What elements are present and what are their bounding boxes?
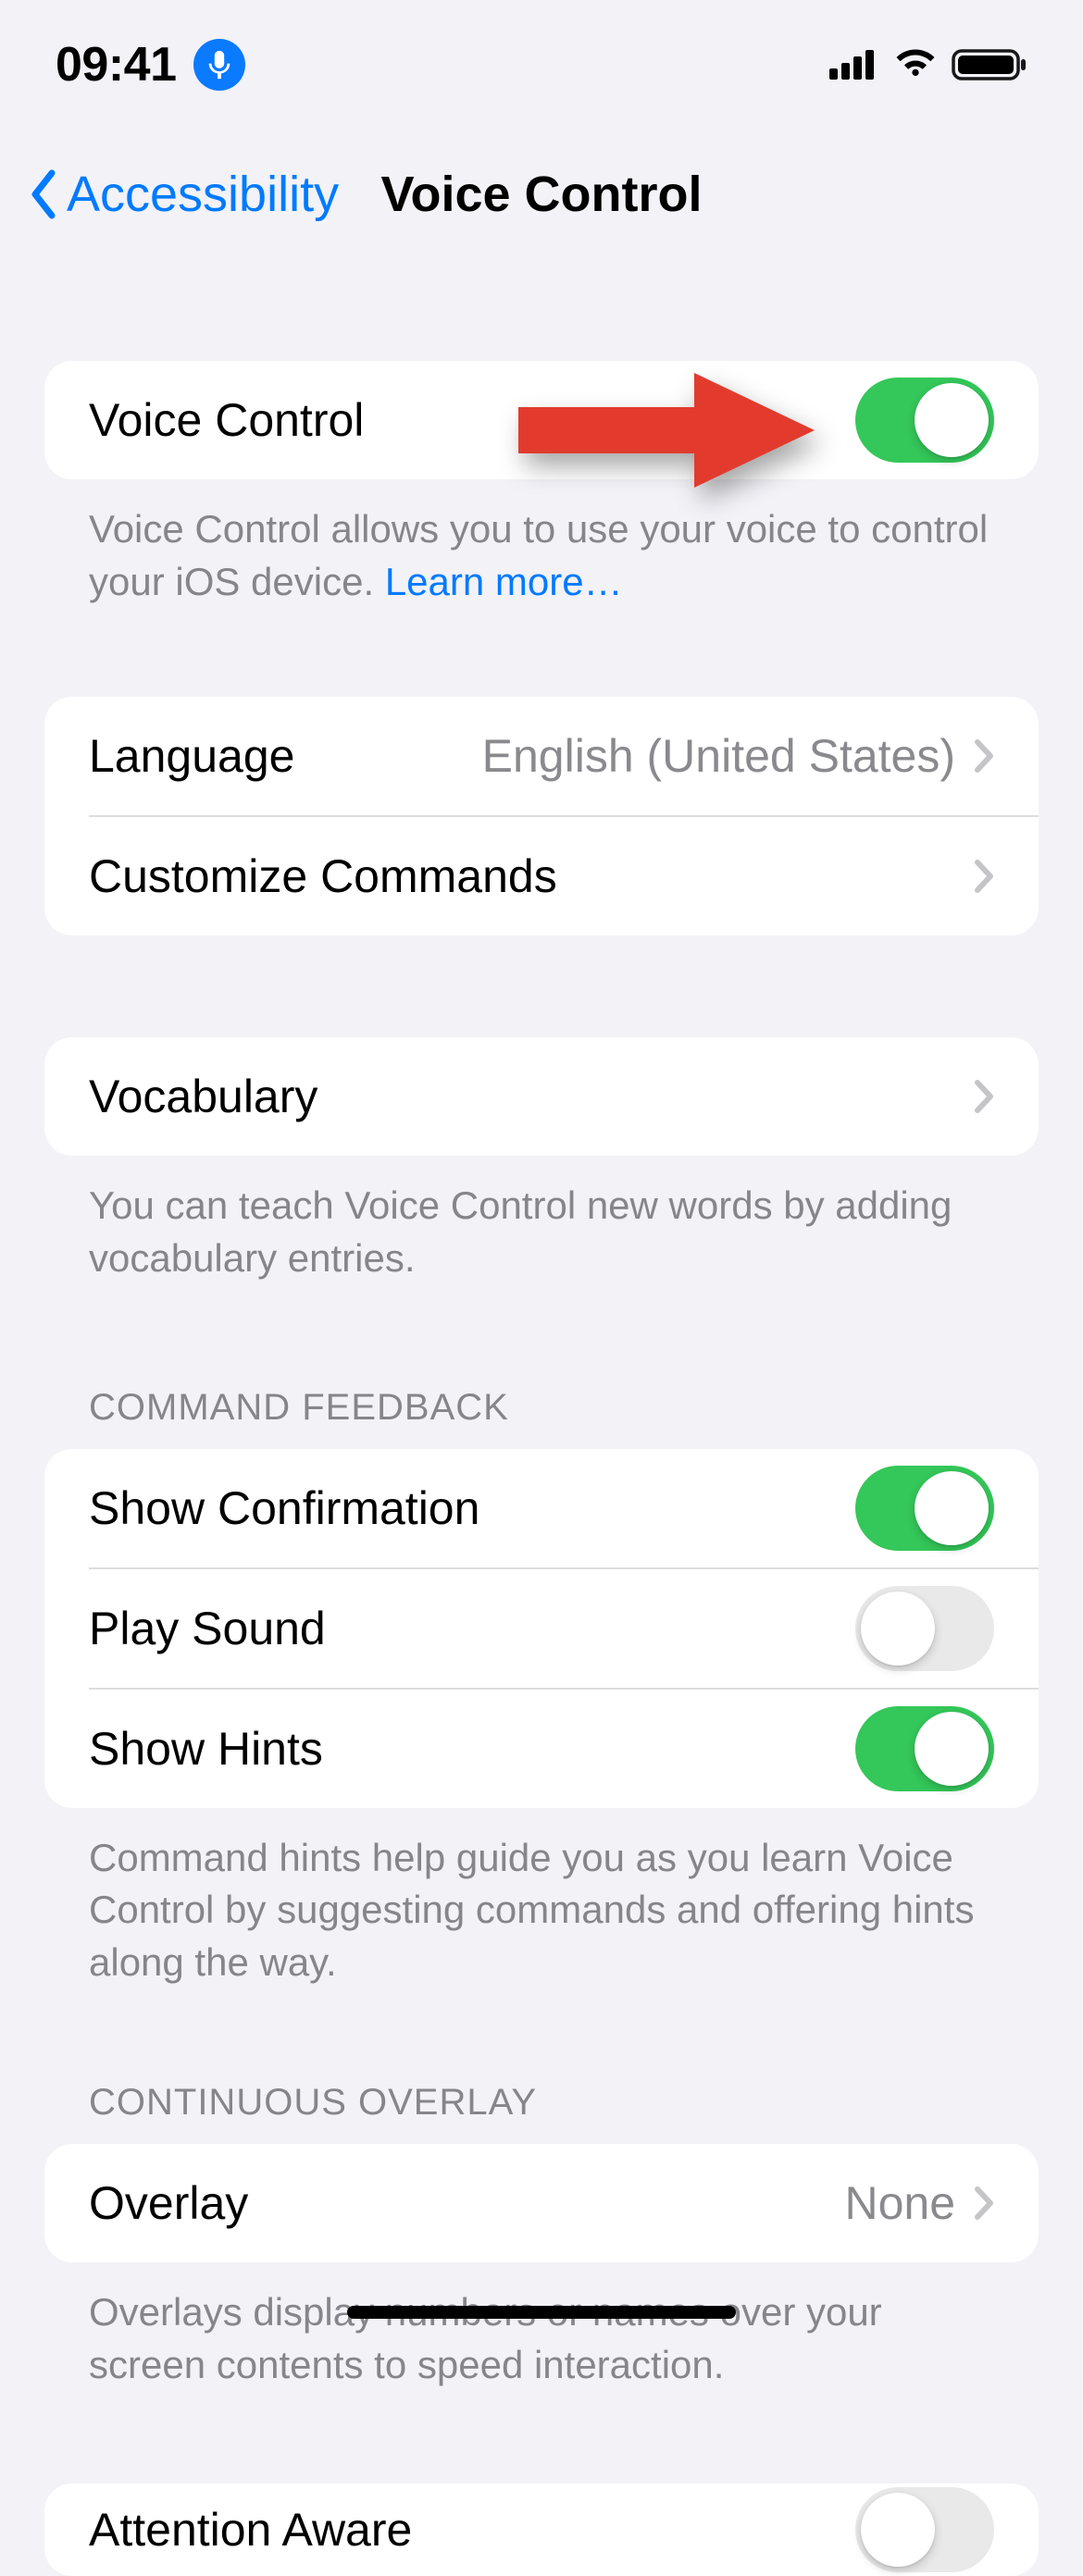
- chevron-right-icon: [974, 2186, 994, 2221]
- row-overlay[interactable]: Overlay None: [44, 2144, 1039, 2262]
- show-confirmation-label: Show Confirmation: [89, 1481, 855, 1535]
- row-play-sound: Play Sound: [44, 1569, 1039, 1688]
- row-language[interactable]: Language English (United States): [44, 697, 1039, 815]
- mic-icon: [193, 39, 245, 91]
- command-feedback-footer: Command hints help guide you as you lear…: [44, 1808, 1039, 1989]
- back-button[interactable]: Accessibility: [28, 166, 339, 223]
- row-attention-aware: Attention Aware: [44, 2483, 1039, 2576]
- nav-bar: Accessibility Voice Control: [0, 130, 1083, 259]
- language-value: English (United States): [482, 729, 955, 783]
- row-vocabulary[interactable]: Vocabulary: [44, 1037, 1039, 1156]
- chevron-left-icon: [28, 169, 59, 219]
- row-customize-commands[interactable]: Customize Commands: [44, 817, 1039, 935]
- row-show-confirmation: Show Confirmation: [44, 1449, 1039, 1567]
- show-confirmation-toggle[interactable]: [855, 1466, 994, 1551]
- show-hints-label: Show Hints: [89, 1722, 855, 1776]
- chevron-right-icon: [974, 738, 994, 774]
- status-time: 09:41: [56, 37, 177, 93]
- row-show-hints: Show Hints: [44, 1690, 1039, 1808]
- command-feedback-header: COMMAND FEEDBACK: [44, 1387, 1039, 1449]
- status-bar: 09:41: [0, 0, 1083, 130]
- voice-control-toggle[interactable]: [855, 378, 994, 463]
- chevron-right-icon: [974, 1079, 994, 1114]
- customize-commands-label: Customize Commands: [89, 849, 974, 903]
- section-vocabulary: Vocabulary You can teach Voice Control n…: [44, 1037, 1039, 1284]
- wifi-icon: [892, 48, 939, 81]
- page-title: Voice Control: [380, 166, 702, 223]
- vocabulary-label: Vocabulary: [89, 1070, 974, 1123]
- cellular-icon: [829, 48, 879, 81]
- language-label: Language: [89, 729, 482, 783]
- status-left: 09:41: [56, 37, 245, 93]
- home-indicator[interactable]: [347, 2306, 736, 2319]
- section-voice-control: Voice Control Voice Control allows you t…: [44, 361, 1039, 608]
- battery-icon: [952, 47, 1027, 82]
- show-hints-toggle[interactable]: [855, 1706, 994, 1791]
- row-voice-control: Voice Control: [44, 361, 1039, 479]
- learn-more-link[interactable]: Learn more…: [385, 560, 623, 603]
- play-sound-toggle[interactable]: [855, 1586, 994, 1671]
- section-command-feedback: COMMAND FEEDBACK Show Confirmation Play …: [44, 1387, 1039, 1989]
- attention-aware-label: Attention Aware: [89, 2503, 855, 2557]
- section-language: Language English (United States) Customi…: [44, 697, 1039, 935]
- continuous-overlay-footer: Overlays display numbers or names over y…: [44, 2262, 1039, 2391]
- section-attention-aware: Attention Aware: [44, 2483, 1039, 2576]
- overlay-value: None: [844, 2176, 955, 2230]
- continuous-overlay-header: CONTINUOUS OVERLAY: [44, 2082, 1039, 2144]
- section-continuous-overlay: CONTINUOUS OVERLAY Overlay None Overlays…: [44, 2082, 1039, 2391]
- vocabulary-footer: You can teach Voice Control new words by…: [44, 1156, 1039, 1284]
- attention-aware-toggle[interactable]: [855, 2487, 994, 2572]
- overlay-label: Overlay: [89, 2176, 844, 2230]
- voice-control-label: Voice Control: [89, 393, 855, 447]
- play-sound-label: Play Sound: [89, 1602, 855, 1655]
- voice-control-footer: Voice Control allows you to use your voi…: [44, 479, 1039, 608]
- back-label: Accessibility: [67, 166, 339, 223]
- status-right: [829, 47, 1027, 82]
- chevron-right-icon: [974, 859, 994, 894]
